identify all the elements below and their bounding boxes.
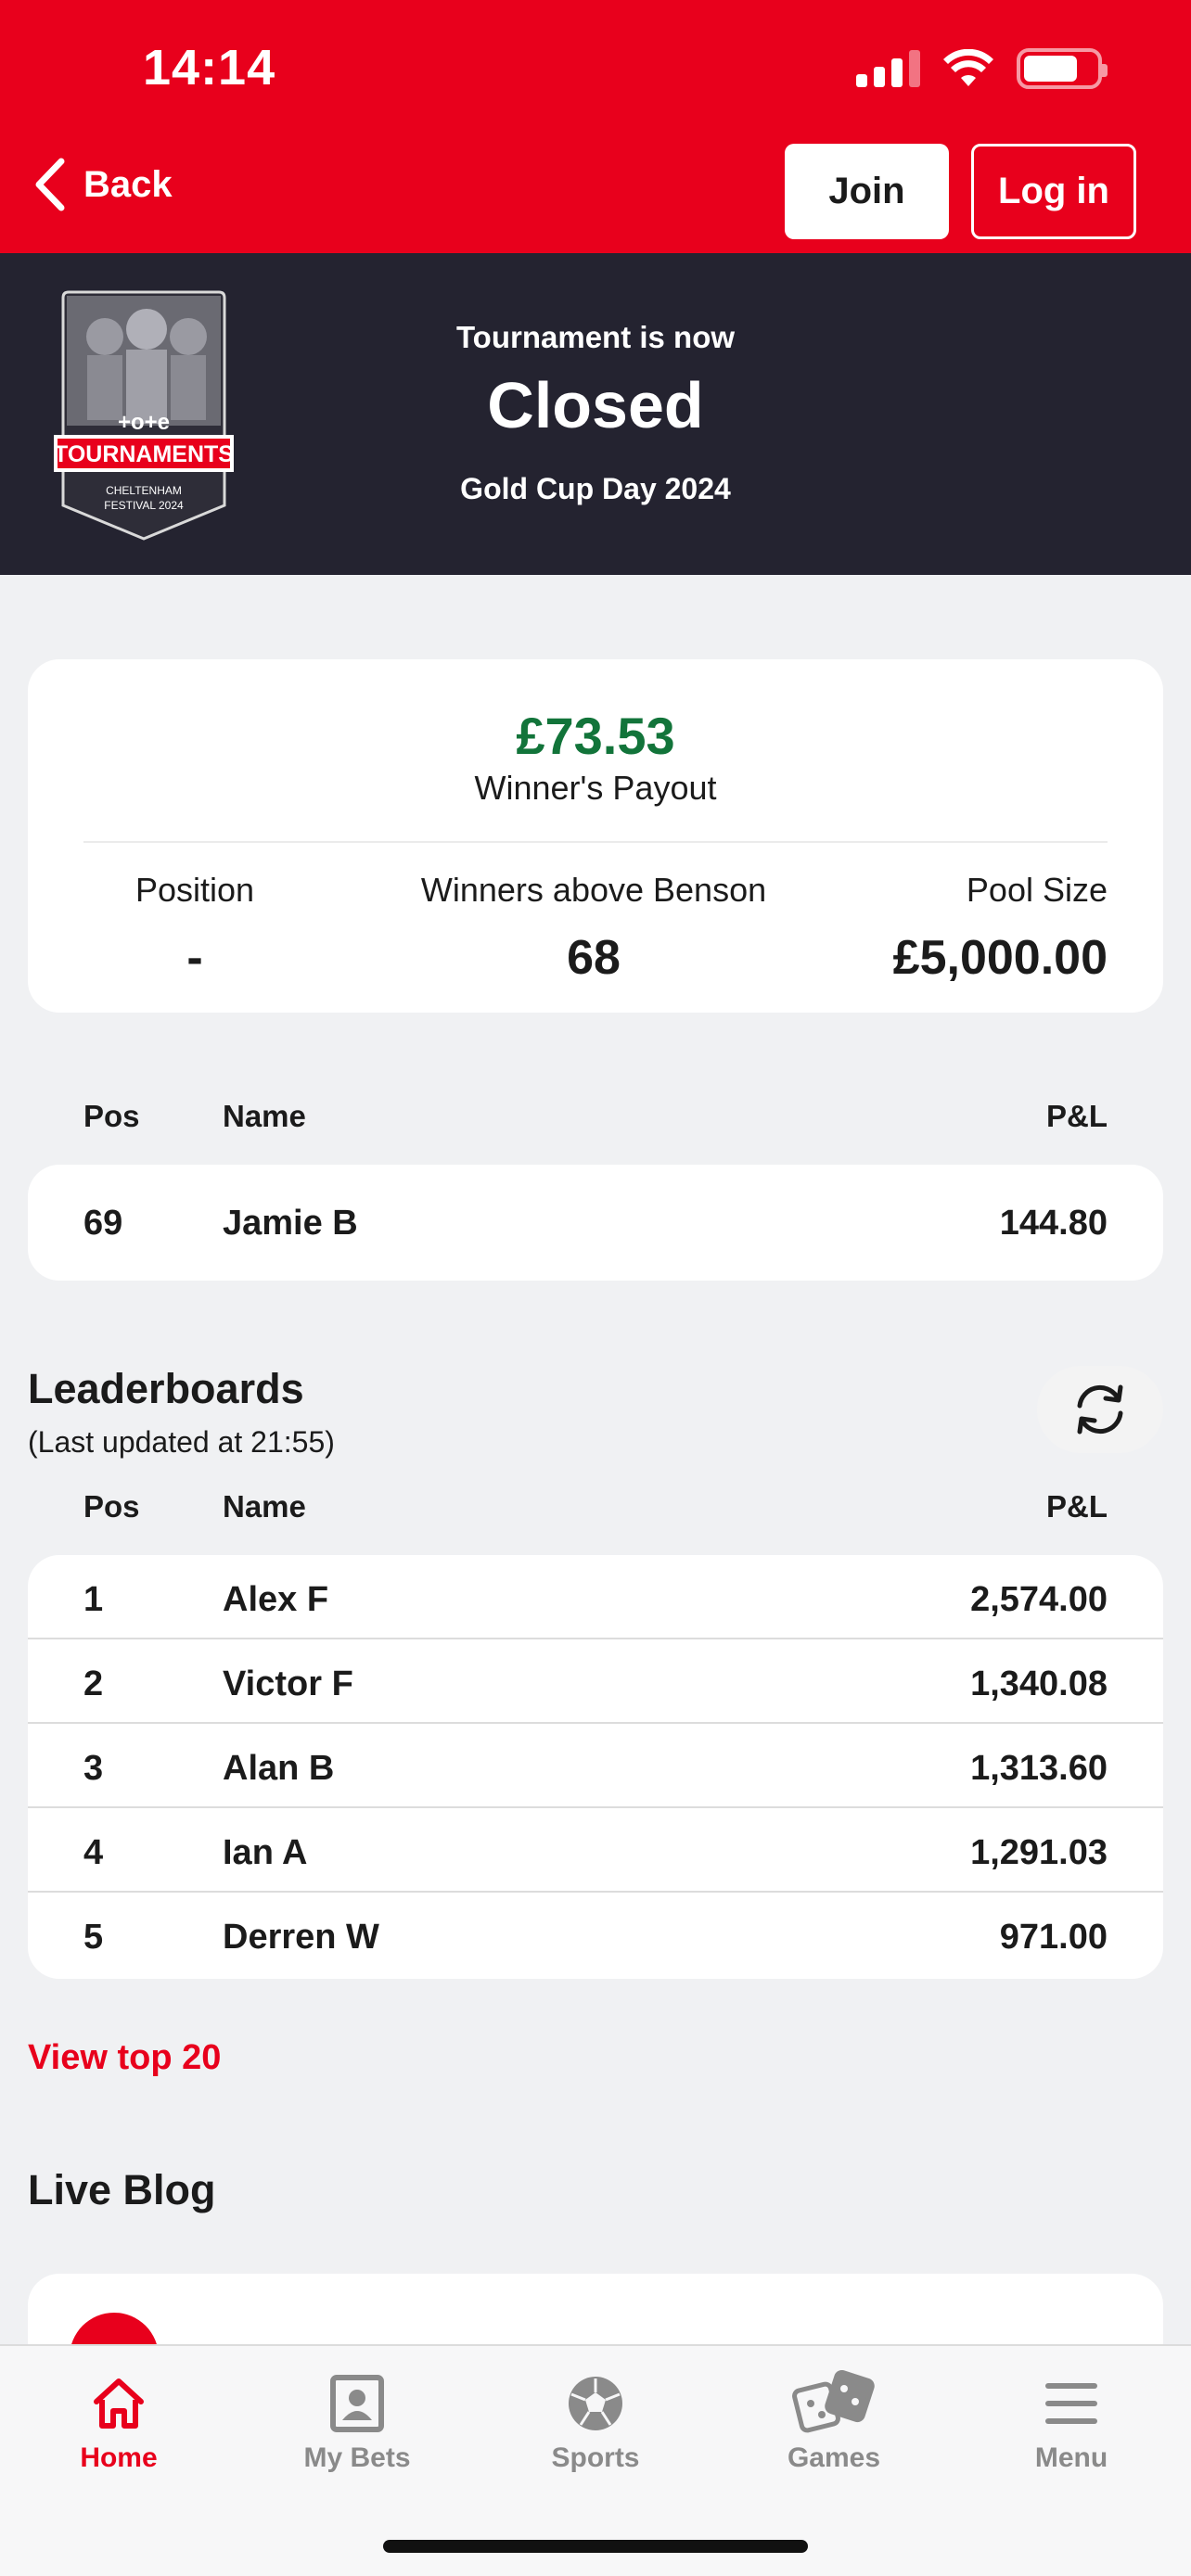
table-row[interactable]: 3 Alan B 1,313.60	[28, 1724, 1163, 1808]
winners-above-value: 68	[567, 931, 621, 985]
chevron-left-icon	[35, 158, 65, 211]
row-pl: 1,313.60	[970, 1749, 1108, 1788]
dice-icon	[792, 2370, 875, 2433]
back-label: Back	[83, 163, 173, 205]
cellular-signal-icon	[856, 50, 920, 87]
tournament-status: Closed	[487, 369, 704, 441]
battery-icon	[1017, 48, 1108, 89]
tab-label: Menu	[1034, 2442, 1108, 2473]
winners-above-stat: Winners above Benson 68	[343, 871, 844, 986]
header-name: Name	[223, 1099, 306, 1133]
home-indicator[interactable]	[383, 2540, 808, 2553]
table-row[interactable]: 2 Victor F 1,340.08	[28, 1639, 1163, 1724]
position-stat: Position -	[74, 871, 315, 986]
tournament-event-name: Gold Cup Day 2024	[460, 472, 731, 505]
tab-label: Home	[80, 2442, 158, 2473]
row-pl: 2,574.00	[970, 1580, 1108, 1619]
my-bets-icon	[330, 2375, 384, 2432]
tab-sports[interactable]: Sports	[503, 2370, 688, 2474]
position-value: -	[186, 931, 203, 985]
header-pos: Pos	[83, 1099, 140, 1133]
tab-home[interactable]: Home	[26, 2370, 211, 2474]
row-pos: 3	[83, 1749, 104, 1788]
refresh-icon	[1077, 1384, 1123, 1435]
svg-text:TOURNAMENTS: TOURNAMENTS	[54, 441, 234, 467]
row-pos: 4	[83, 1833, 104, 1872]
pool-size-value: £5,000.00	[892, 931, 1108, 985]
table-row[interactable]: 4 Ian A 1,291.03	[28, 1808, 1163, 1893]
row-pl: 1,340.08	[970, 1664, 1108, 1703]
pool-size-stat: Pool Size £5,000.00	[801, 871, 1108, 986]
tab-label: Sports	[551, 2442, 640, 2473]
refresh-button[interactable]	[1037, 1366, 1163, 1453]
payout-card: £73.53 Winner's Payout Position - Winner…	[28, 659, 1163, 1013]
tab-label: My Bets	[303, 2442, 411, 2473]
tournament-status-prefix: Tournament is now	[455, 320, 736, 354]
winner-payout-amount: £73.53	[516, 707, 675, 765]
winners-above-label: Winners above Benson	[420, 871, 767, 909]
home-icon	[94, 2378, 144, 2429]
football-icon	[569, 2377, 622, 2430]
app-header: 14:14 Back Join Log in	[0, 0, 1191, 253]
wifi-icon	[943, 49, 993, 86]
row-name: Derren W	[223, 1918, 379, 1957]
row-pos: 1	[83, 1580, 104, 1619]
tab-my-bets[interactable]: My Bets	[264, 2370, 450, 2474]
tournament-banner: +o+e TOURNAMENTS CHELTENHAM FESTIVAL 202…	[0, 253, 1191, 575]
user-position-row: 69 Jamie B 144.80	[28, 1165, 1163, 1281]
tab-menu[interactable]: Menu	[979, 2370, 1164, 2474]
hamburger-icon	[1045, 2383, 1097, 2424]
row-name: Alan B	[223, 1749, 335, 1788]
header-pl: P&L	[1046, 1489, 1108, 1524]
view-top-20-link[interactable]: View top 20	[28, 2038, 221, 2078]
header-pos: Pos	[83, 1489, 140, 1524]
row-pl: 971.00	[999, 1918, 1108, 1957]
table-row[interactable]: 1 Alex F 2,574.00	[28, 1555, 1163, 1639]
back-button[interactable]: Back	[33, 158, 173, 211]
live-blog-title: Live Blog	[28, 2166, 216, 2213]
tab-label: Games	[787, 2442, 881, 2473]
login-button[interactable]: Log in	[971, 144, 1136, 239]
table-row[interactable]: 5 Derren W 971.00	[28, 1893, 1163, 1977]
position-label: Position	[134, 871, 255, 909]
row-pl: 144.80	[999, 1204, 1108, 1243]
user-table-header: Pos Name P&L	[28, 1099, 1163, 1145]
row-pos: 69	[83, 1204, 123, 1243]
status-icons	[856, 48, 1108, 89]
row-name: Alex F	[223, 1580, 329, 1619]
row-name: Jamie B	[223, 1204, 358, 1243]
status-time: 14:14	[143, 40, 276, 96]
row-pos: 2	[83, 1664, 104, 1703]
header-pl: P&L	[1046, 1099, 1108, 1133]
leaderboards-updated: (Last updated at 21:55)	[28, 1425, 335, 1459]
row-name: Victor F	[223, 1664, 353, 1703]
pool-size-label: Pool Size	[966, 871, 1108, 909]
header-name: Name	[223, 1489, 306, 1524]
row-name: Ian A	[223, 1833, 308, 1872]
leaderboard-table: 1 Alex F 2,574.00 2 Victor F 1,340.08 3 …	[28, 1555, 1163, 1979]
divider	[83, 841, 1108, 843]
row-pl: 1,291.03	[970, 1833, 1108, 1872]
leaderboards-title: Leaderboards	[28, 1365, 304, 1412]
row-pos: 5	[83, 1918, 104, 1957]
leaderboard-table-header: Pos Name P&L	[28, 1489, 1163, 1536]
tab-games[interactable]: Games	[741, 2370, 927, 2474]
join-button[interactable]: Join	[785, 144, 949, 239]
winner-payout-label: Winner's Payout	[474, 769, 717, 807]
